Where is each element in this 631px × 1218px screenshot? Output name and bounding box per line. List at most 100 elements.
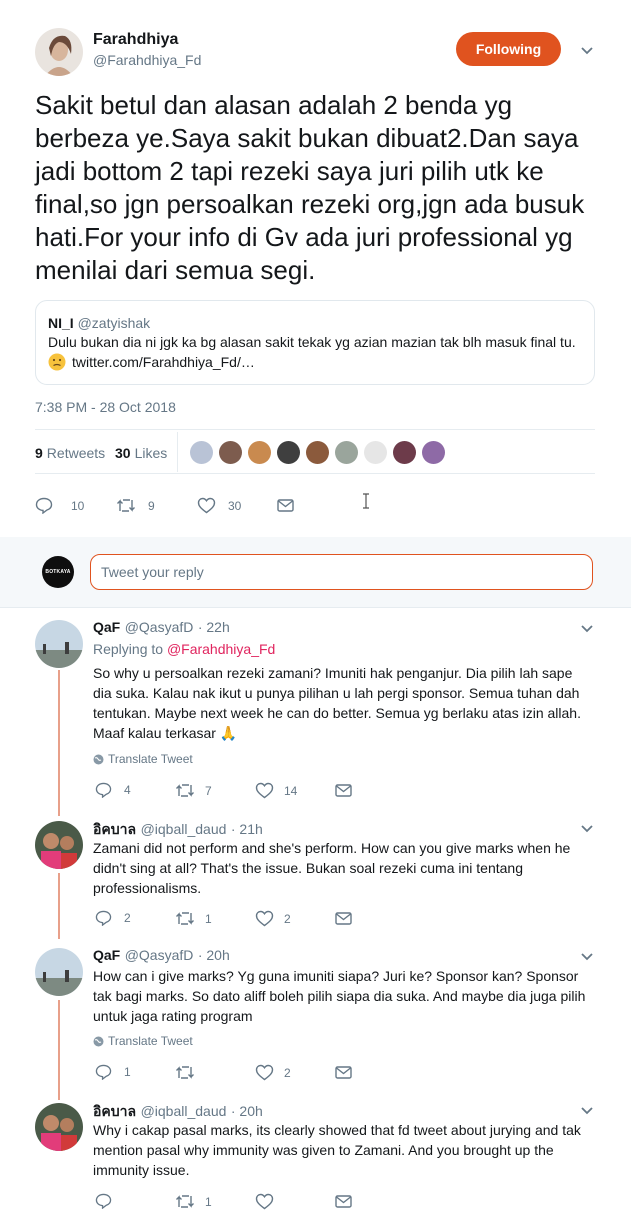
liker-avatar[interactable] [248, 441, 271, 464]
reply-action[interactable]: 1 [95, 1064, 131, 1080]
globe-icon [93, 754, 104, 764]
reply-time[interactable]: · 21h [231, 821, 263, 837]
retweets-count: 9 [35, 445, 43, 461]
liker-avatar[interactable] [306, 441, 329, 464]
tweet-reply-input[interactable]: Tweet your reply [90, 554, 593, 590]
reply-action[interactable]: 4 [95, 782, 131, 798]
direct-message-action[interactable] [335, 784, 352, 797]
following-button[interactable]: Following [456, 32, 561, 66]
reply-text: So why u persoalkan rezeki zamani? Imuni… [93, 665, 581, 741]
chevron-down-icon[interactable] [580, 952, 594, 962]
direct-message-action[interactable] [335, 1066, 352, 1079]
like-action[interactable] [255, 1193, 284, 1210]
reply-action[interactable]: 2 [95, 910, 131, 926]
reply-avatar[interactable] [35, 1103, 83, 1151]
retweet-count: 9 [148, 498, 155, 513]
reply-author-handle[interactable]: @QasyafD [125, 619, 194, 635]
author-avatar[interactable] [35, 28, 83, 76]
author-handle[interactable]: @Farahdhiya_Fd [93, 52, 201, 68]
heart-icon [255, 1193, 274, 1210]
composer-avatar[interactable]: BOTKAYA [42, 556, 74, 588]
reply-icon [95, 782, 112, 798]
reply-action[interactable]: 10 [35, 497, 84, 514]
chevron-down-icon[interactable] [580, 46, 594, 56]
liker-avatar[interactable] [277, 441, 300, 464]
liker-avatar[interactable] [335, 441, 358, 464]
retweet-action[interactable]: 9 [116, 498, 155, 513]
retweet-icon [176, 784, 194, 797]
retweet-count: 7 [205, 783, 212, 798]
thread-connector [58, 670, 60, 816]
retweets-stat[interactable]: 9 Retweets [35, 445, 105, 461]
direct-message-action[interactable] [335, 912, 352, 925]
likes-stat[interactable]: 30 Likes [115, 445, 167, 461]
confused-face-icon [48, 353, 66, 371]
reply-text: Zamani did not perform and she's perform… [93, 840, 571, 896]
like-action[interactable]: 30 [197, 497, 241, 514]
retweet-action[interactable] [175, 1065, 205, 1080]
reply-text: How can i give marks? Yg guna imuniti si… [93, 968, 586, 1024]
translate-label: Translate Tweet [108, 1034, 193, 1048]
retweet-action[interactable]: 1 [175, 911, 212, 926]
liker-avatar[interactable] [190, 441, 213, 464]
like-count: 2 [284, 1065, 291, 1080]
translate-label: Translate Tweet [108, 752, 193, 766]
reply-time[interactable]: · 20h [231, 1103, 263, 1119]
quoted-link[interactable]: twitter.com/Farahdhiya_Fd/… [72, 354, 255, 370]
like-count: 14 [284, 783, 298, 798]
retweet-icon [176, 1195, 194, 1208]
retweet-action[interactable]: 7 [175, 783, 212, 798]
like-count: 30 [228, 498, 242, 513]
reply-header: QaF @QasyafD · 20h [93, 947, 230, 965]
reply-author-name[interactable]: อิคบาล [93, 821, 136, 837]
reply-avatar[interactable] [35, 821, 83, 869]
reply-avatar[interactable] [35, 620, 83, 668]
thread-connector [58, 873, 60, 939]
quoted-tweet[interactable]: NI_I @zatyishak Dulu bukan dia ni jgk ka… [35, 300, 595, 385]
reply-icon [95, 1064, 112, 1080]
heart-icon [255, 782, 274, 799]
globe-icon [93, 1036, 104, 1046]
replying-to-handle[interactable]: @Farahdhiya_Fd [167, 641, 275, 657]
reply-author-handle[interactable]: @iqball_daud [141, 1103, 227, 1119]
like-action[interactable]: 2 [255, 910, 291, 927]
reply-author-handle[interactable]: @iqball_daud [141, 821, 227, 837]
liker-avatar[interactable] [393, 441, 416, 464]
reply-time[interactable]: · 22h [198, 619, 230, 635]
chevron-down-icon[interactable] [580, 824, 594, 834]
reply-action[interactable] [95, 1193, 124, 1209]
retweet-count: 1 [205, 1194, 212, 1209]
reply-author-handle[interactable]: @QasyafD [125, 947, 194, 963]
reply-time[interactable]: · 20h [198, 947, 230, 963]
direct-message-action[interactable] [335, 1195, 352, 1208]
liker-avatar[interactable] [219, 441, 242, 464]
quoted-text: Dulu bukan dia ni jgk ka bg alasan sakit… [48, 334, 576, 350]
translate-tweet-link[interactable]: Translate Tweet [93, 752, 193, 766]
retweet-icon [117, 499, 135, 512]
reply-author-name[interactable]: QaF [93, 619, 120, 635]
direct-message-action[interactable] [277, 499, 294, 512]
chevron-down-icon[interactable] [580, 624, 594, 634]
liker-avatar[interactable] [364, 441, 387, 464]
tweet-timestamp[interactable]: 7:38 PM - 28 Oct 2018 [35, 399, 176, 415]
thread-connector [58, 1000, 60, 1100]
heart-icon [197, 497, 216, 514]
translate-tweet-link[interactable]: Translate Tweet [93, 1034, 193, 1048]
replying-to-prefix: Replying to [93, 641, 164, 657]
chevron-down-icon[interactable] [580, 1106, 594, 1116]
envelope-icon [335, 1066, 352, 1079]
like-count: 2 [284, 911, 291, 926]
retweet-icon [176, 912, 194, 925]
replying-to: Replying to @Farahdhiya_Fd [93, 641, 275, 657]
reply-author-name[interactable]: QaF [93, 947, 120, 963]
retweets-label: Retweets [46, 445, 106, 461]
reply-icon [35, 497, 53, 514]
reply-avatar[interactable] [35, 948, 83, 996]
author-name[interactable]: Farahdhiya [93, 31, 178, 49]
reply-author-name[interactable]: อิคบาล [93, 1103, 136, 1119]
liker-avatar[interactable] [422, 441, 445, 464]
quoted-author-name: NI_I [48, 315, 74, 331]
like-action[interactable]: 14 [255, 782, 297, 799]
like-action[interactable]: 2 [255, 1064, 291, 1081]
retweet-action[interactable]: 1 [175, 1194, 212, 1209]
